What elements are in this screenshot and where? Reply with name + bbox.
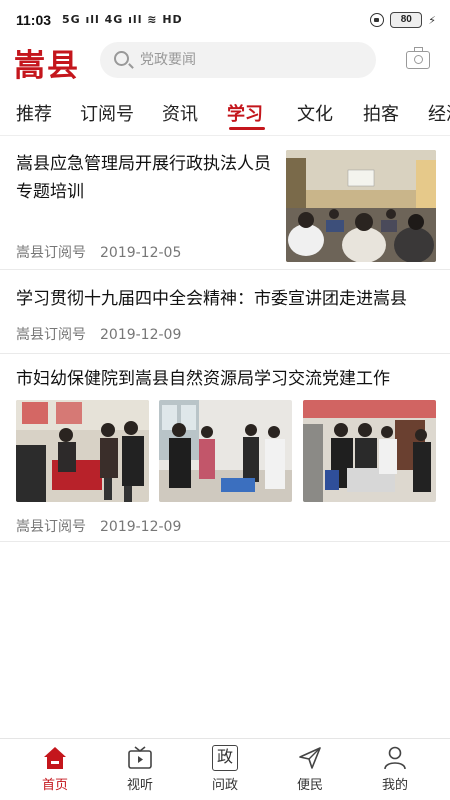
tab-economy[interactable]: 经济 — [428, 100, 450, 126]
search-input[interactable] — [140, 50, 360, 70]
news-date: 2019-12-09 — [100, 327, 182, 343]
tab-paike[interactable]: 拍客 — [363, 100, 399, 126]
nav-services[interactable]: 便民 — [280, 745, 340, 797]
zheng-icon-glyph: 政 — [216, 747, 233, 766]
news-image[interactable] — [303, 400, 436, 502]
training-room-photo — [286, 150, 436, 262]
news-meta: 嵩县订阅号 2019-12-09 — [16, 516, 181, 536]
camera-icon[interactable] — [406, 47, 430, 69]
news-meta: 嵩县订阅号 2019-12-05 — [16, 242, 181, 262]
news-item[interactable]: 学习贯彻十九届四中全会精神：市委宣讲团走进嵩县 嵩县订阅号 2019-12-09 — [0, 272, 450, 354]
tab-subscriptions[interactable]: 订阅号 — [80, 100, 134, 126]
news-source: 嵩县订阅号 — [16, 245, 86, 261]
nav-home[interactable]: 首页 — [25, 745, 85, 797]
nav-label: 便民 — [296, 778, 323, 793]
category-tabs: 推荐 订阅号 资讯 学习 文化 拍客 经济 — [0, 90, 450, 136]
news-title[interactable]: 嵩县应急管理局开展行政执法人员专题培训 — [16, 150, 271, 206]
nav-label: 问政 — [211, 778, 238, 793]
news-image-row — [16, 400, 436, 502]
news-title[interactable]: 学习贯彻十九届四中全会精神：市委宣讲团走进嵩县 — [16, 286, 436, 312]
office-photo-1 — [16, 400, 149, 502]
tab-study[interactable]: 学习 — [227, 100, 263, 126]
news-source: 嵩县订阅号 — [16, 519, 86, 535]
user-icon — [384, 746, 406, 770]
nav-label: 视听 — [126, 778, 153, 793]
office-photo-2 — [159, 400, 292, 502]
status-right: 80 ⚡ — [370, 12, 436, 28]
news-meta: 嵩县订阅号 2019-12-09 — [16, 324, 181, 344]
nav-media[interactable]: 视听 — [110, 745, 170, 797]
app-logo: 嵩县 — [14, 48, 80, 84]
news-item[interactable]: 嵩县应急管理局开展行政执法人员专题培训 嵩县订阅号 2019-12-05 — [0, 138, 450, 270]
app-header: 嵩县 — [0, 36, 450, 86]
nav-profile[interactable]: 我的 — [365, 745, 425, 797]
battery-icon: 80 — [390, 12, 423, 28]
tv-icon — [128, 746, 152, 769]
news-item[interactable]: 市妇幼保健院到嵩县自然资源局学习交流党建工作 嵩县订阅号 2019-12-09 — [0, 356, 450, 542]
tab-news[interactable]: 资讯 — [162, 100, 198, 126]
nav-inquiry[interactable]: 政 问政 — [195, 745, 255, 797]
office-photo-3 — [303, 400, 436, 502]
signal-icons: 5G ıll 4G ıll ≋ HD — [62, 13, 183, 26]
news-thumbnail[interactable] — [286, 150, 436, 262]
send-icon — [299, 747, 321, 769]
news-source: 嵩县订阅号 — [16, 327, 86, 343]
search-bar[interactable] — [100, 42, 376, 78]
lock-icon — [370, 13, 385, 27]
tab-culture[interactable]: 文化 — [297, 100, 333, 126]
news-image[interactable] — [16, 400, 149, 502]
active-tab-indicator — [229, 127, 265, 130]
zheng-icon: 政 — [212, 745, 238, 771]
home-icon — [44, 747, 66, 769]
news-image[interactable] — [159, 400, 292, 502]
nav-label: 首页 — [41, 778, 68, 793]
news-date: 2019-12-09 — [100, 519, 182, 535]
search-icon — [114, 51, 129, 66]
charging-icon: ⚡ — [428, 13, 436, 27]
tab-recommend[interactable]: 推荐 — [16, 100, 52, 126]
news-date: 2019-12-05 — [100, 245, 182, 261]
nav-label: 我的 — [381, 778, 408, 793]
bottom-navigation: 首页 视听 政 问政 便民 我的 — [0, 738, 450, 800]
news-title[interactable]: 市妇幼保健院到嵩县自然资源局学习交流党建工作 — [16, 366, 436, 392]
status-time: 11:03 — [16, 12, 52, 28]
